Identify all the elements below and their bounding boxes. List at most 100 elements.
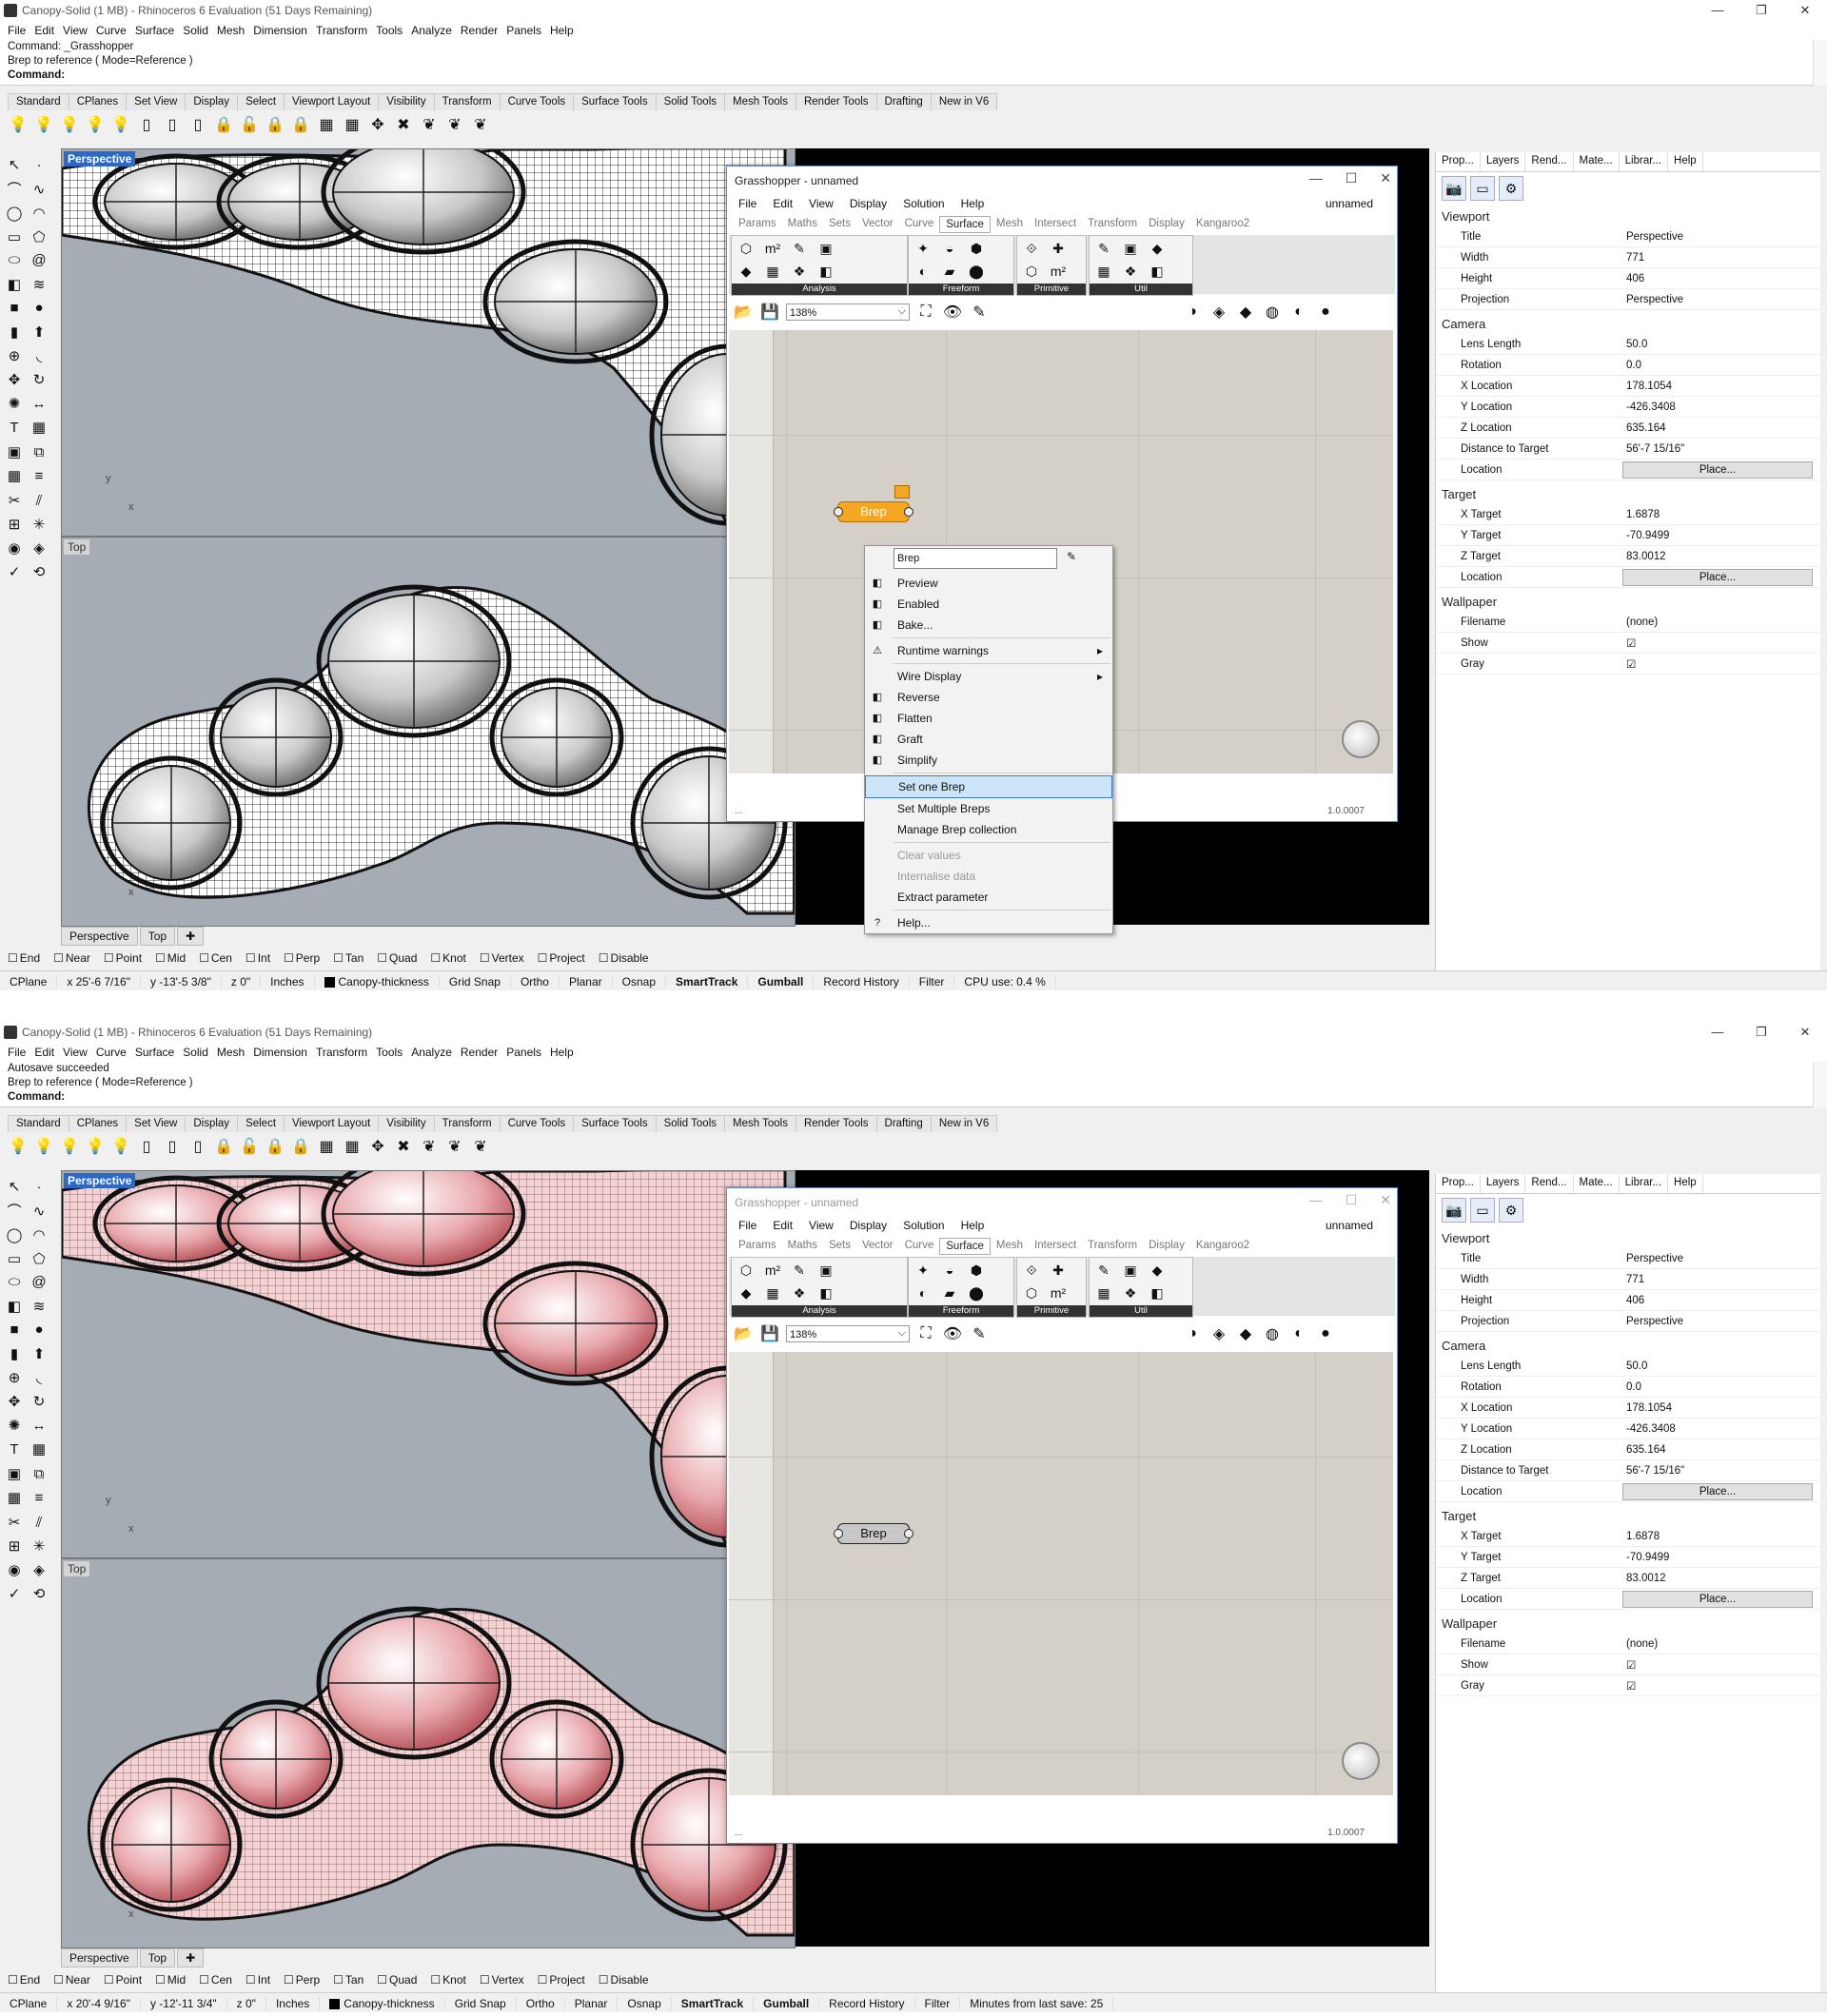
property-value[interactable]: Perspective [1622, 294, 1820, 305]
lightbulb-tool-icon[interactable]: ✺ [2, 391, 27, 415]
osnap-checkbox[interactable]: Cen [199, 1973, 232, 1990]
polyline-icon[interactable]: ⌒ [2, 1199, 27, 1223]
viewport-icon[interactable]: ▭ [1470, 176, 1495, 201]
toolbar-tab[interactable]: Display [185, 93, 239, 110]
perspective-viewport[interactable]: Perspective y x [61, 148, 796, 537]
gh-tab[interactable]: Transform [1082, 216, 1143, 233]
component-icon[interactable]: ✦ [913, 1260, 933, 1281]
property-value[interactable]: 178.1054 [1622, 381, 1820, 392]
command-prompt[interactable]: Command: [8, 69, 1814, 83]
status-toggle[interactable]: Osnap [618, 1996, 672, 2010]
toolbar-tab[interactable]: New in V6 [930, 93, 998, 110]
gh-tab[interactable]: Curve [899, 216, 940, 233]
arc-icon[interactable]: ◠ [27, 201, 51, 225]
component-icon[interactable]: ❖ [789, 1282, 810, 1303]
toolbar-tab[interactable]: Solid Tools [655, 93, 725, 110]
context-menu-item[interactable]: ◧ Reverse [865, 687, 1112, 708]
bulb-icon[interactable]: 💡 [8, 1136, 29, 1157]
zoom-dropdown[interactable]: 138% [786, 303, 910, 321]
document-preview-icon[interactable]: ◍ [1262, 302, 1283, 323]
osnap-checkbox[interactable]: Int [246, 1973, 270, 1990]
gh-tab[interactable]: Params [733, 216, 782, 233]
property-value[interactable]: 1.6878 [1622, 1531, 1820, 1542]
panel-tab[interactable]: Librar... [1620, 152, 1669, 171]
point-icon[interactable]: · [27, 153, 51, 177]
gh-tab[interactable]: Sets [823, 216, 856, 233]
render-icon[interactable]: ◈ [27, 537, 51, 560]
context-menu-item[interactable]: Extract parameter [865, 887, 1112, 908]
balloon-icon[interactable]: ❦ [419, 114, 440, 135]
group-label[interactable]: Util [1090, 1305, 1192, 1317]
display-mode-icon[interactable]: ⚙ [1499, 176, 1523, 201]
bulb-swap-icon[interactable]: 💡 [85, 114, 106, 135]
bulb-on-icon[interactable]: 💡 [33, 1136, 54, 1157]
property-value[interactable]: 771 [1622, 1274, 1820, 1285]
filename-value[interactable]: (none) [1622, 617, 1820, 628]
property-value[interactable]: 50.0 [1622, 1360, 1820, 1372]
status-toggle[interactable]: Gumball [748, 974, 815, 988]
context-menu-item[interactable]: ◧ Preview [865, 573, 1112, 594]
property-value[interactable]: -426.3408 [1622, 1423, 1820, 1435]
parameter-name-field[interactable]: Brep [894, 548, 1057, 569]
surface-icon[interactable]: ◧ [2, 1294, 27, 1318]
menu-item-panels[interactable]: Panels [506, 21, 548, 40]
rename-pencil-icon[interactable]: ✎ [1067, 550, 1076, 563]
gh-menu-item-view[interactable]: View [809, 1219, 834, 1236]
doc-lock-icon[interactable]: ▯ [162, 114, 183, 135]
osnap-checkbox[interactable]: Tan [333, 951, 363, 969]
property-value[interactable]: 56'-7 15/16" [1622, 443, 1820, 455]
viewport-icon[interactable]: ▭ [1470, 1198, 1495, 1223]
grid-dots-icon[interactable]: ▦ [342, 1136, 363, 1157]
bulb-pick-icon[interactable]: 💡 [59, 1136, 80, 1157]
block-icon[interactable]: ▣ [2, 1461, 27, 1485]
lock-swap-icon[interactable]: 🔒 [265, 1136, 285, 1157]
menu-item-edit[interactable]: Edit [34, 21, 61, 40]
component-icon[interactable]: ◆ [1147, 1260, 1168, 1281]
component-icon[interactable]: m² [1048, 261, 1069, 282]
property-value[interactable]: -70.9499 [1622, 1552, 1820, 1563]
menu-item-file[interactable]: File [8, 21, 32, 40]
property-value[interactable]: Perspective [1622, 1316, 1820, 1327]
component-icon[interactable]: ✦ [913, 238, 933, 259]
group-icon[interactable]: ⧉ [27, 440, 51, 464]
polygon-icon[interactable]: ⬠ [27, 225, 51, 248]
preview-color-icon[interactable]: ◐ [1288, 302, 1309, 323]
property-value[interactable]: 0.0 [1622, 1381, 1820, 1393]
component-icon[interactable]: ◐ [913, 1282, 933, 1303]
menu-item-analyze[interactable]: Analyze [411, 1043, 459, 1062]
minimize-icon[interactable]: — [1309, 170, 1323, 186]
sketch-icon[interactable]: ✎ [969, 1323, 990, 1344]
osnap-checkbox[interactable]: Quad [377, 951, 417, 969]
component-icon[interactable]: ▰ [939, 261, 960, 282]
bulb-pick-icon[interactable]: 💡 [59, 114, 80, 135]
minimize-icon[interactable]: — [1696, 1022, 1739, 1043]
hatch-icon[interactable]: ▦ [27, 416, 51, 440]
gh-menu-item-view[interactable]: View [809, 197, 834, 214]
display-mode-icon[interactable]: ⚙ [1499, 1198, 1523, 1223]
shaded-preview-icon[interactable]: ◈ [1208, 302, 1229, 323]
menu-item-analyze[interactable]: Analyze [411, 21, 459, 40]
component-icon[interactable]: ◆ [736, 261, 756, 282]
component-icon[interactable]: ❖ [1120, 261, 1141, 282]
rectangle-icon[interactable]: ▭ [2, 1246, 27, 1270]
osnap-checkbox[interactable]: Near [53, 951, 90, 969]
top-viewport-label[interactable]: Top [64, 1561, 90, 1576]
toolbar-tab[interactable]: New in V6 [930, 1115, 998, 1132]
polygon-icon[interactable]: ⬠ [27, 1246, 51, 1270]
wire-preview-icon[interactable]: ◑ [1182, 1323, 1203, 1344]
unlock-icon[interactable]: 🔓 [239, 1136, 260, 1157]
property-value[interactable]: 406 [1622, 1295, 1820, 1306]
doc-icon[interactable]: ▯ [136, 114, 157, 135]
component-icon[interactable]: ⬡ [736, 238, 756, 259]
component-icon[interactable]: ✎ [789, 238, 810, 259]
balloon-3-icon[interactable]: ❦ [470, 1136, 491, 1157]
status-toggle[interactable]: Gumball [754, 1996, 820, 2010]
maximize-icon[interactable]: ☐ [1346, 170, 1358, 186]
component-icon[interactable]: ▦ [762, 261, 783, 282]
lock-icon[interactable]: 🔒 [213, 1136, 234, 1157]
gh-tab[interactable]: Transform [1082, 1238, 1143, 1255]
panel-tab[interactable]: Help [1668, 1174, 1703, 1193]
wire-preview-icon[interactable]: ◑ [1182, 302, 1203, 323]
gh-menu-item-display[interactable]: Display [850, 1219, 887, 1236]
top-viewport-label[interactable]: Top [64, 539, 90, 555]
